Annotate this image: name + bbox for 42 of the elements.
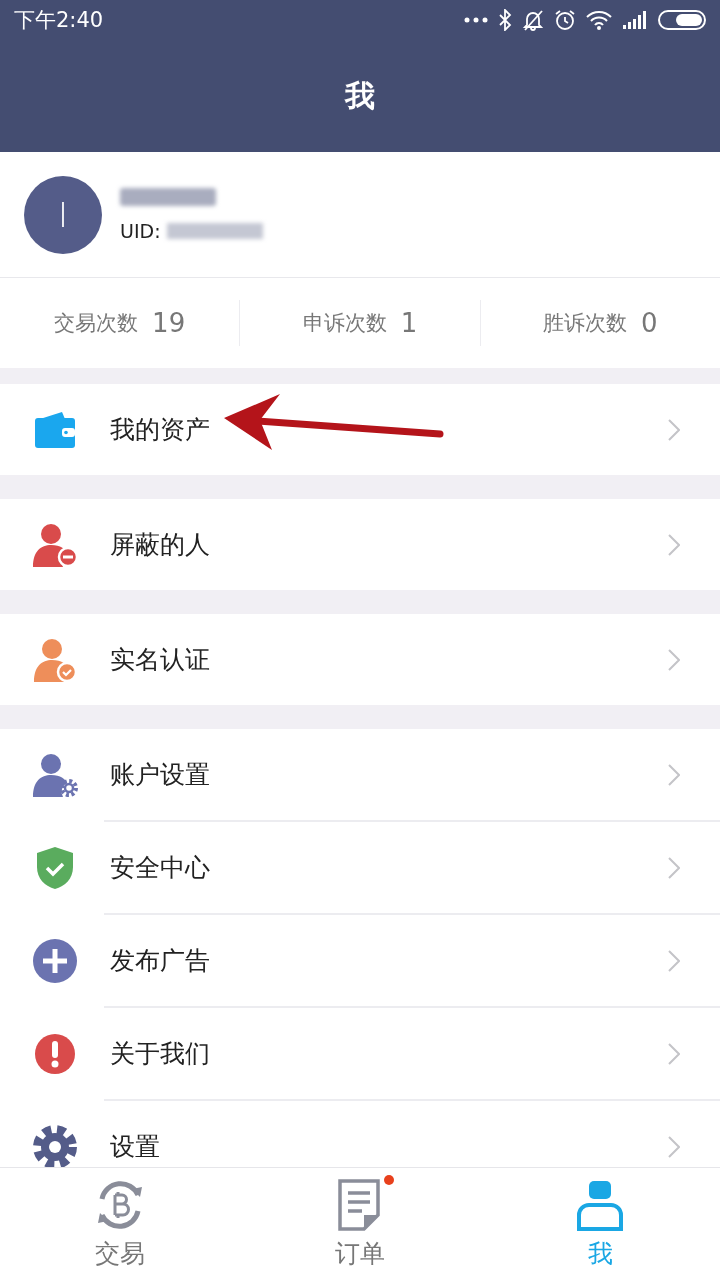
- stat-label: 交易次数: [54, 310, 139, 337]
- muted-bell-icon: [522, 9, 544, 31]
- stat-value: 1: [400, 308, 418, 338]
- stat-label: 胜诉次数: [543, 310, 628, 337]
- document-icon: [338, 1178, 382, 1231]
- chevron-icon: [668, 949, 680, 972]
- chevron-icon: [668, 763, 680, 786]
- chevron-icon: [668, 648, 680, 671]
- stat-label: 申诉次数: [302, 310, 387, 337]
- tab[interactable]: 订单: [240, 1168, 480, 1280]
- user-icon: [576, 1178, 624, 1231]
- menu-item[interactable]: 实名认证: [0, 614, 720, 705]
- chevron-icon: [668, 1135, 680, 1158]
- chevron-icon: [668, 418, 680, 441]
- battery-icon: [658, 10, 706, 30]
- menu-item[interactable]: 发布广告: [104, 913, 720, 1006]
- bluetooth-icon: [498, 9, 512, 31]
- alert-icon: [34, 1032, 76, 1075]
- chevron-icon: [668, 1042, 680, 1065]
- menu-item[interactable]: 屏蔽的人: [0, 499, 720, 590]
- stat-value: 0: [641, 308, 658, 338]
- chevron-icon: [668, 533, 680, 556]
- shield-check-icon: [36, 845, 74, 890]
- blocked-user-icon: [31, 522, 79, 567]
- verified-user-icon: [32, 637, 78, 682]
- alarm-icon: [554, 9, 576, 31]
- menu-item[interactable]: 安全中心: [104, 820, 720, 913]
- stat-value: 19: [152, 308, 186, 338]
- wifi-icon: [586, 10, 612, 30]
- chevron-icon: [668, 856, 680, 879]
- wallet-icon: [34, 410, 76, 449]
- plus-icon: [32, 937, 78, 984]
- signal-icon: [622, 11, 648, 29]
- page-title: 我: [343, 76, 376, 115]
- uid-label: UID:: [120, 219, 161, 242]
- user-gear-icon: [31, 752, 79, 797]
- menu-item[interactable]: 关于我们: [104, 1006, 720, 1099]
- menu-item[interactable]: 账户设置: [0, 729, 720, 820]
- more-icon: [464, 17, 488, 23]
- tab[interactable]: 交易: [0, 1168, 240, 1280]
- status-time: 下午2:40: [14, 7, 104, 34]
- avatar: I: [24, 175, 102, 254]
